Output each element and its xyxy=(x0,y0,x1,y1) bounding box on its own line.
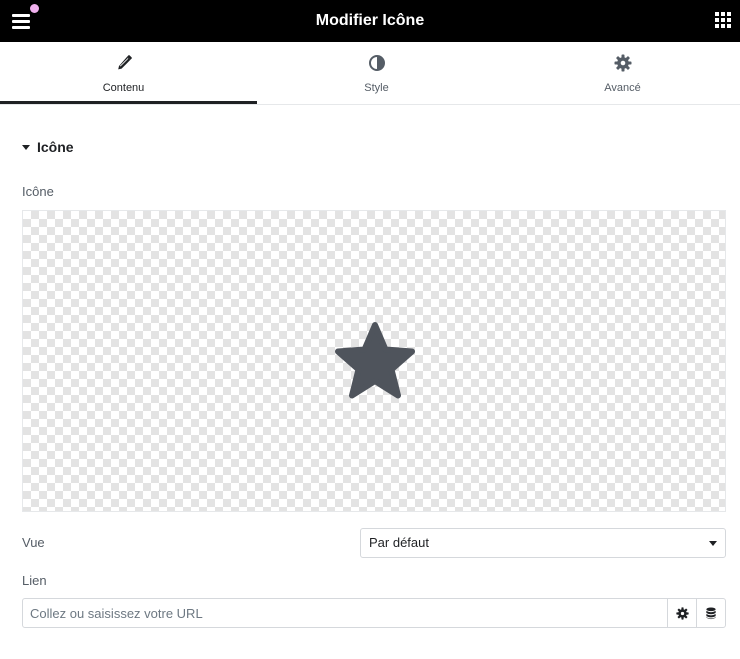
active-tab-indicator xyxy=(0,101,257,104)
url-input-group xyxy=(22,598,726,628)
tab-contenu[interactable]: Contenu xyxy=(0,42,247,104)
view-field-label: Vue xyxy=(22,535,45,550)
notification-dot xyxy=(30,4,39,13)
section-title: Icône xyxy=(37,139,74,155)
url-input[interactable] xyxy=(23,599,667,627)
widgets-grid-icon[interactable] xyxy=(712,10,734,32)
view-select-value: Par défaut xyxy=(369,535,429,550)
panel-title: Modifier Icône xyxy=(315,12,425,29)
section-toggle[interactable]: Icône xyxy=(22,139,74,155)
view-select[interactable]: Par défaut xyxy=(360,528,726,558)
menu-button[interactable] xyxy=(8,4,39,36)
tab-label: Avancé xyxy=(604,82,641,94)
link-field-label: Lien xyxy=(22,573,47,588)
hamburger-line xyxy=(12,26,30,29)
caret-down-icon xyxy=(22,144,30,150)
tab-avance[interactable]: Avancé xyxy=(499,42,740,104)
pencil-icon xyxy=(0,54,247,72)
star-icon xyxy=(335,322,415,399)
tab-label: Contenu xyxy=(102,82,145,94)
tab-style[interactable]: Style xyxy=(253,42,500,104)
editor-header: Modifier Icône xyxy=(0,0,740,42)
gear-icon xyxy=(499,54,740,72)
hamburger-line xyxy=(12,20,30,23)
icon-field-label: Icône xyxy=(22,184,54,199)
half-circle-icon xyxy=(253,54,500,72)
link-options-button[interactable] xyxy=(667,599,696,627)
database-icon xyxy=(706,606,716,619)
panel-tabs: Contenu Style Avancé xyxy=(0,42,740,105)
chevron-down-icon xyxy=(709,541,717,546)
icon-picker-preview[interactable] xyxy=(22,210,726,512)
dynamic-tags-button[interactable] xyxy=(696,599,725,627)
gear-icon xyxy=(675,606,689,620)
tab-label: Style xyxy=(364,82,389,94)
hamburger-line xyxy=(12,14,30,17)
